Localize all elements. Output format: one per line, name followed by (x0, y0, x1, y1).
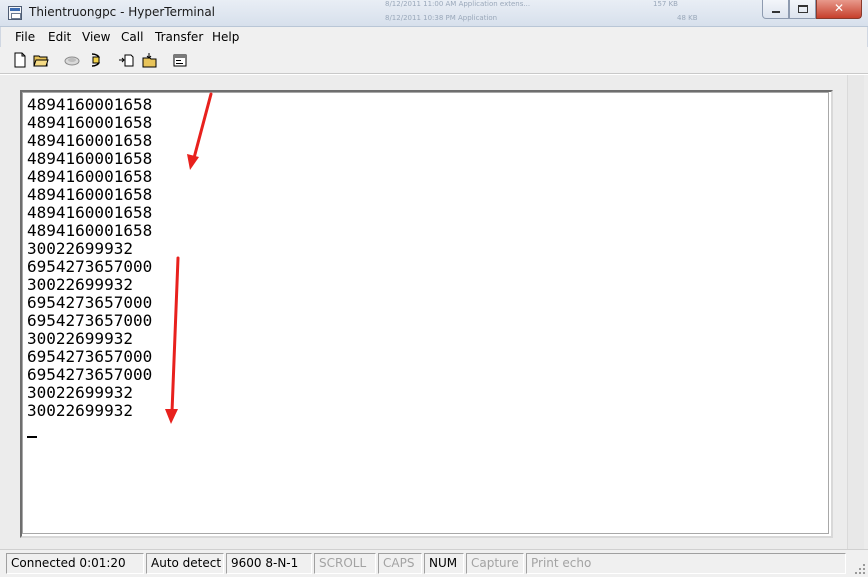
status-capture: Capture (466, 553, 524, 574)
status-bar: Connected 0:01:20 Auto detect 9600 8-N-1… (0, 549, 868, 577)
annotation-arrows (165, 92, 213, 424)
status-auto-detect: Auto detect (146, 553, 224, 574)
annotation-arrow (187, 92, 213, 170)
status-scroll: SCROLL (314, 553, 376, 574)
status-port-settings: 9600 8-N-1 (226, 553, 312, 574)
status-caps: CAPS (378, 553, 422, 574)
resize-grip-icon[interactable] (854, 563, 866, 575)
status-num: NUM (424, 553, 464, 574)
annotation-arrow (165, 256, 180, 424)
status-connected: Connected 0:01:20 (6, 553, 144, 574)
status-print-echo: Print echo (526, 553, 846, 574)
